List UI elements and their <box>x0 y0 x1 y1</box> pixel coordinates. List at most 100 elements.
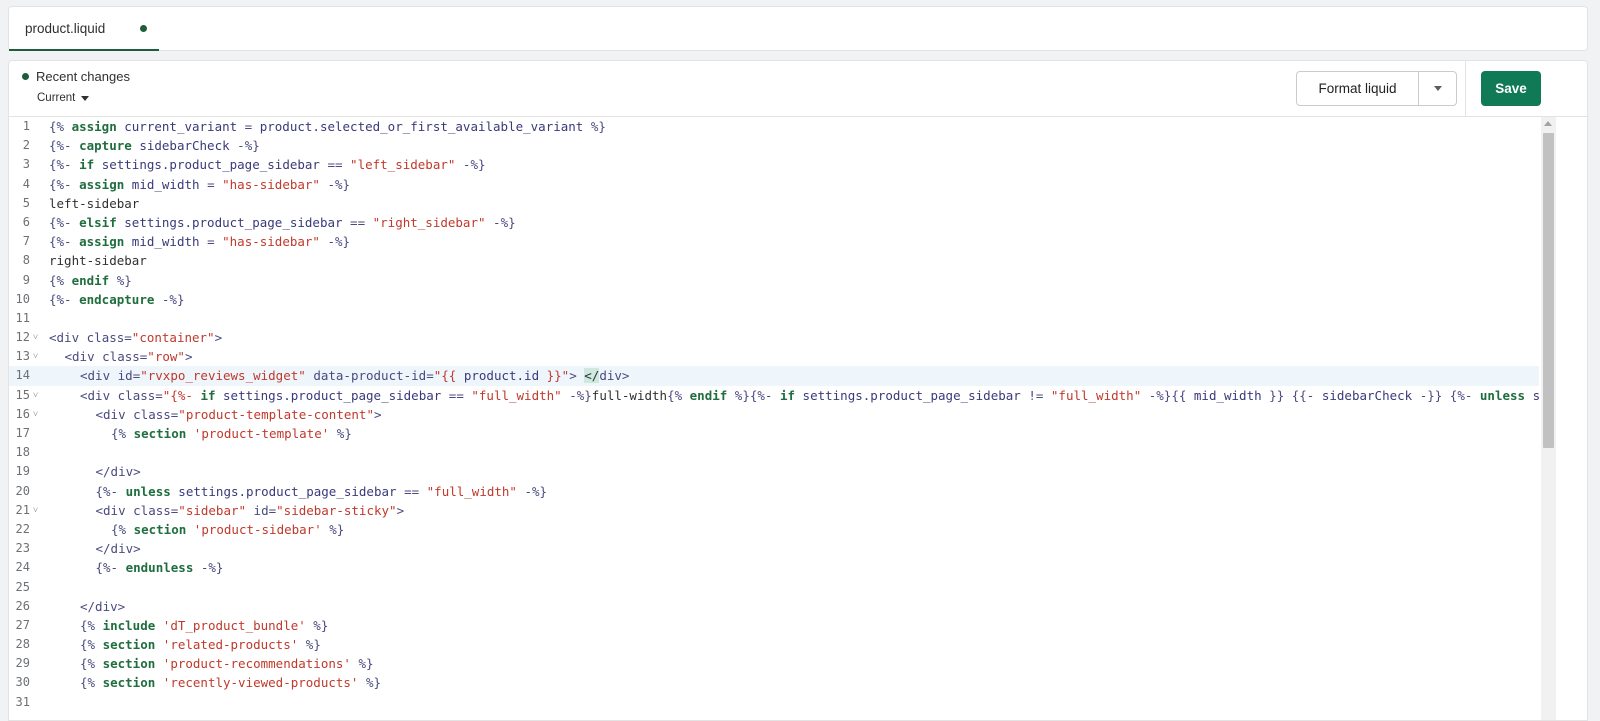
code-token: {%- <box>49 157 80 173</box>
code-line[interactable]: 20 {%- unless settings.product_page_sideb… <box>9 482 1539 501</box>
code-line[interactable]: 14 <div id="rvxpo_reviews_widget" data-pr… <box>9 366 1539 386</box>
line-number: 11 <box>15 310 30 325</box>
scrollbar-thumb[interactable] <box>1543 133 1554 448</box>
code-line[interactable]: 19 </div> <box>9 462 1539 481</box>
code-line[interactable]: 10 {%- endcapture -%} <box>9 290 1539 309</box>
code-line[interactable]: 12 ˅ <div class="container"> <box>9 328 1539 347</box>
code-token: -%} <box>516 483 548 499</box>
code-line[interactable]: 9 {% endif %} <box>9 271 1539 290</box>
code-token: {% <box>80 656 103 672</box>
code-line[interactable]: 29 {% section 'product-recommendations' %… <box>9 654 1539 673</box>
code-token: {%- <box>49 234 80 250</box>
save-button[interactable]: Save <box>1481 71 1541 106</box>
fold-chevron-down-icon[interactable]: ˅ <box>33 329 38 348</box>
code-text: {% endif %} <box>49 271 132 290</box>
code-line[interactable]: 22 {% section 'product-sidebar' %} <box>9 520 1539 539</box>
fold-chevron-down-icon[interactable]: ˅ <box>33 348 38 367</box>
code-token: {%- <box>49 176 80 192</box>
fold-chevron-down-icon[interactable]: ˅ <box>33 387 38 406</box>
code-token: data-product-id= <box>305 368 434 384</box>
code-token: = <box>207 176 223 192</box>
code-line[interactable]: 2 {%- capture sidebarCheck -%} <box>9 136 1539 155</box>
code-token: }} {{- <box>1261 387 1322 403</box>
code-token: </div> <box>95 541 141 557</box>
code-token: <div <box>64 349 103 365</box>
code-token: != <box>1028 387 1051 403</box>
code-line[interactable]: 5 left-sidebar <box>9 194 1539 213</box>
line-number: 30 <box>15 675 30 690</box>
line-number: 12 <box>15 330 30 345</box>
line-number: 25 <box>15 579 30 594</box>
vertical-scrollbar[interactable] <box>1541 117 1556 720</box>
code-line[interactable]: 17 {% section 'product-template' %} <box>9 424 1539 443</box>
code-token: {%- <box>95 560 126 576</box>
code-line[interactable]: 27 {% include 'dT_product_bundle' %} <box>9 616 1539 635</box>
unsaved-dot-icon <box>140 25 147 32</box>
code-text: {%- elsif settings.product_page_sidebar … <box>49 213 516 232</box>
code-line[interactable]: 26 </div> <box>9 597 1539 616</box>
code-line[interactable]: 11 <box>9 309 1539 328</box>
code-token: {% <box>49 272 72 288</box>
code-token: {% <box>80 675 103 691</box>
format-liquid-button[interactable]: Format liquid <box>1297 72 1418 105</box>
code-token: "full_width" <box>471 387 562 403</box>
code-text: {%- endunless -%} <box>96 558 224 577</box>
code-line[interactable]: 3 {%- if settings.product_page_sidebar ==… <box>9 155 1539 174</box>
tab-product-liquid[interactable]: product.liquid <box>9 7 159 51</box>
code-token: product.id <box>463 368 540 384</box>
code-line[interactable]: 30 {% section 'recently-viewed-products' … <box>9 673 1539 692</box>
code-token: if <box>200 387 216 403</box>
code-token: </div> <box>80 598 126 614</box>
code-line[interactable]: 15 ˅ <div class="{%- if settings.product_p… <box>9 386 1539 405</box>
code-line[interactable]: 13 ˅ <div class="row"> <box>9 347 1539 366</box>
code-text: <div class="container"> <box>49 328 222 347</box>
version-select[interactable]: Current <box>37 92 90 104</box>
code-token: capture <box>79 138 132 154</box>
code-token: settings.product_page_sidebar <box>215 387 449 403</box>
line-number: 1 <box>22 119 30 133</box>
code-token: <div <box>95 406 134 422</box>
code-token: section <box>102 675 156 691</box>
code-line[interactable]: 25 <box>9 578 1539 597</box>
scroll-up-arrow-icon[interactable] <box>1544 121 1552 126</box>
code-token: -%} <box>154 291 185 307</box>
code-token: "sidebar-sticky" <box>276 502 397 518</box>
code-token: endunless <box>125 560 194 576</box>
code-token: assign <box>79 176 125 192</box>
code-line[interactable]: 6 {%- elsif settings.product_page_sidebar… <box>9 213 1539 232</box>
code-token: %}{%- <box>727 387 780 403</box>
code-line[interactable]: 24 {%- endunless -%} <box>9 558 1539 577</box>
code-line[interactable]: 21 ˅ <div class="sidebar" id="sidebar-stic… <box>9 501 1539 520</box>
code-text: <div id="rvxpo_reviews_widget" data-prod… <box>80 366 629 385</box>
code-text: </div> <box>80 597 125 616</box>
code-line[interactable]: 1 {% assign current_variant = product.sel… <box>9 117 1539 136</box>
code-token: -%} <box>229 138 260 154</box>
format-options-dropdown[interactable] <box>1418 72 1456 105</box>
code-token: %} <box>329 426 352 441</box>
tab-label: product.liquid <box>25 20 106 36</box>
code-line[interactable]: 23 </div> <box>9 539 1539 558</box>
code-token: class= <box>133 502 179 518</box>
line-number: 22 <box>15 521 30 536</box>
code-token: unless <box>1479 387 1526 403</box>
line-number: 18 <box>15 445 30 460</box>
code-line[interactable]: 16 ˅ <div class="product-template-content"… <box>9 405 1539 424</box>
code-token: == <box>448 387 472 403</box>
code-line[interactable]: 4 {%- assign mid_width = "has-sidebar" -%… <box>9 175 1539 194</box>
code-editor[interactable]: 1 {% assign current_variant = product.sel… <box>9 117 1539 720</box>
code-token: id= <box>117 368 141 384</box>
code-token: class= <box>86 330 132 346</box>
fold-chevron-down-icon[interactable]: ˅ <box>33 502 38 521</box>
code-token: elsif <box>79 214 117 230</box>
code-line[interactable]: 31 <box>9 693 1539 712</box>
code-line[interactable]: 8 right-sidebar <box>9 251 1539 270</box>
code-token: == <box>327 157 351 173</box>
code-line[interactable]: 18 <box>9 443 1539 462</box>
code-token: mid_width <box>1193 387 1262 403</box>
code-token: "left_sidebar" <box>350 157 456 173</box>
code-line[interactable]: 28 {% section 'related-products' %} <box>9 635 1539 654</box>
fold-chevron-down-icon[interactable]: ˅ <box>33 406 38 425</box>
code-token: class= <box>117 387 163 403</box>
code-token: }}" <box>539 368 570 384</box>
code-line[interactable]: 7 {%- assign mid_width = "has-sidebar" -%… <box>9 232 1539 251</box>
